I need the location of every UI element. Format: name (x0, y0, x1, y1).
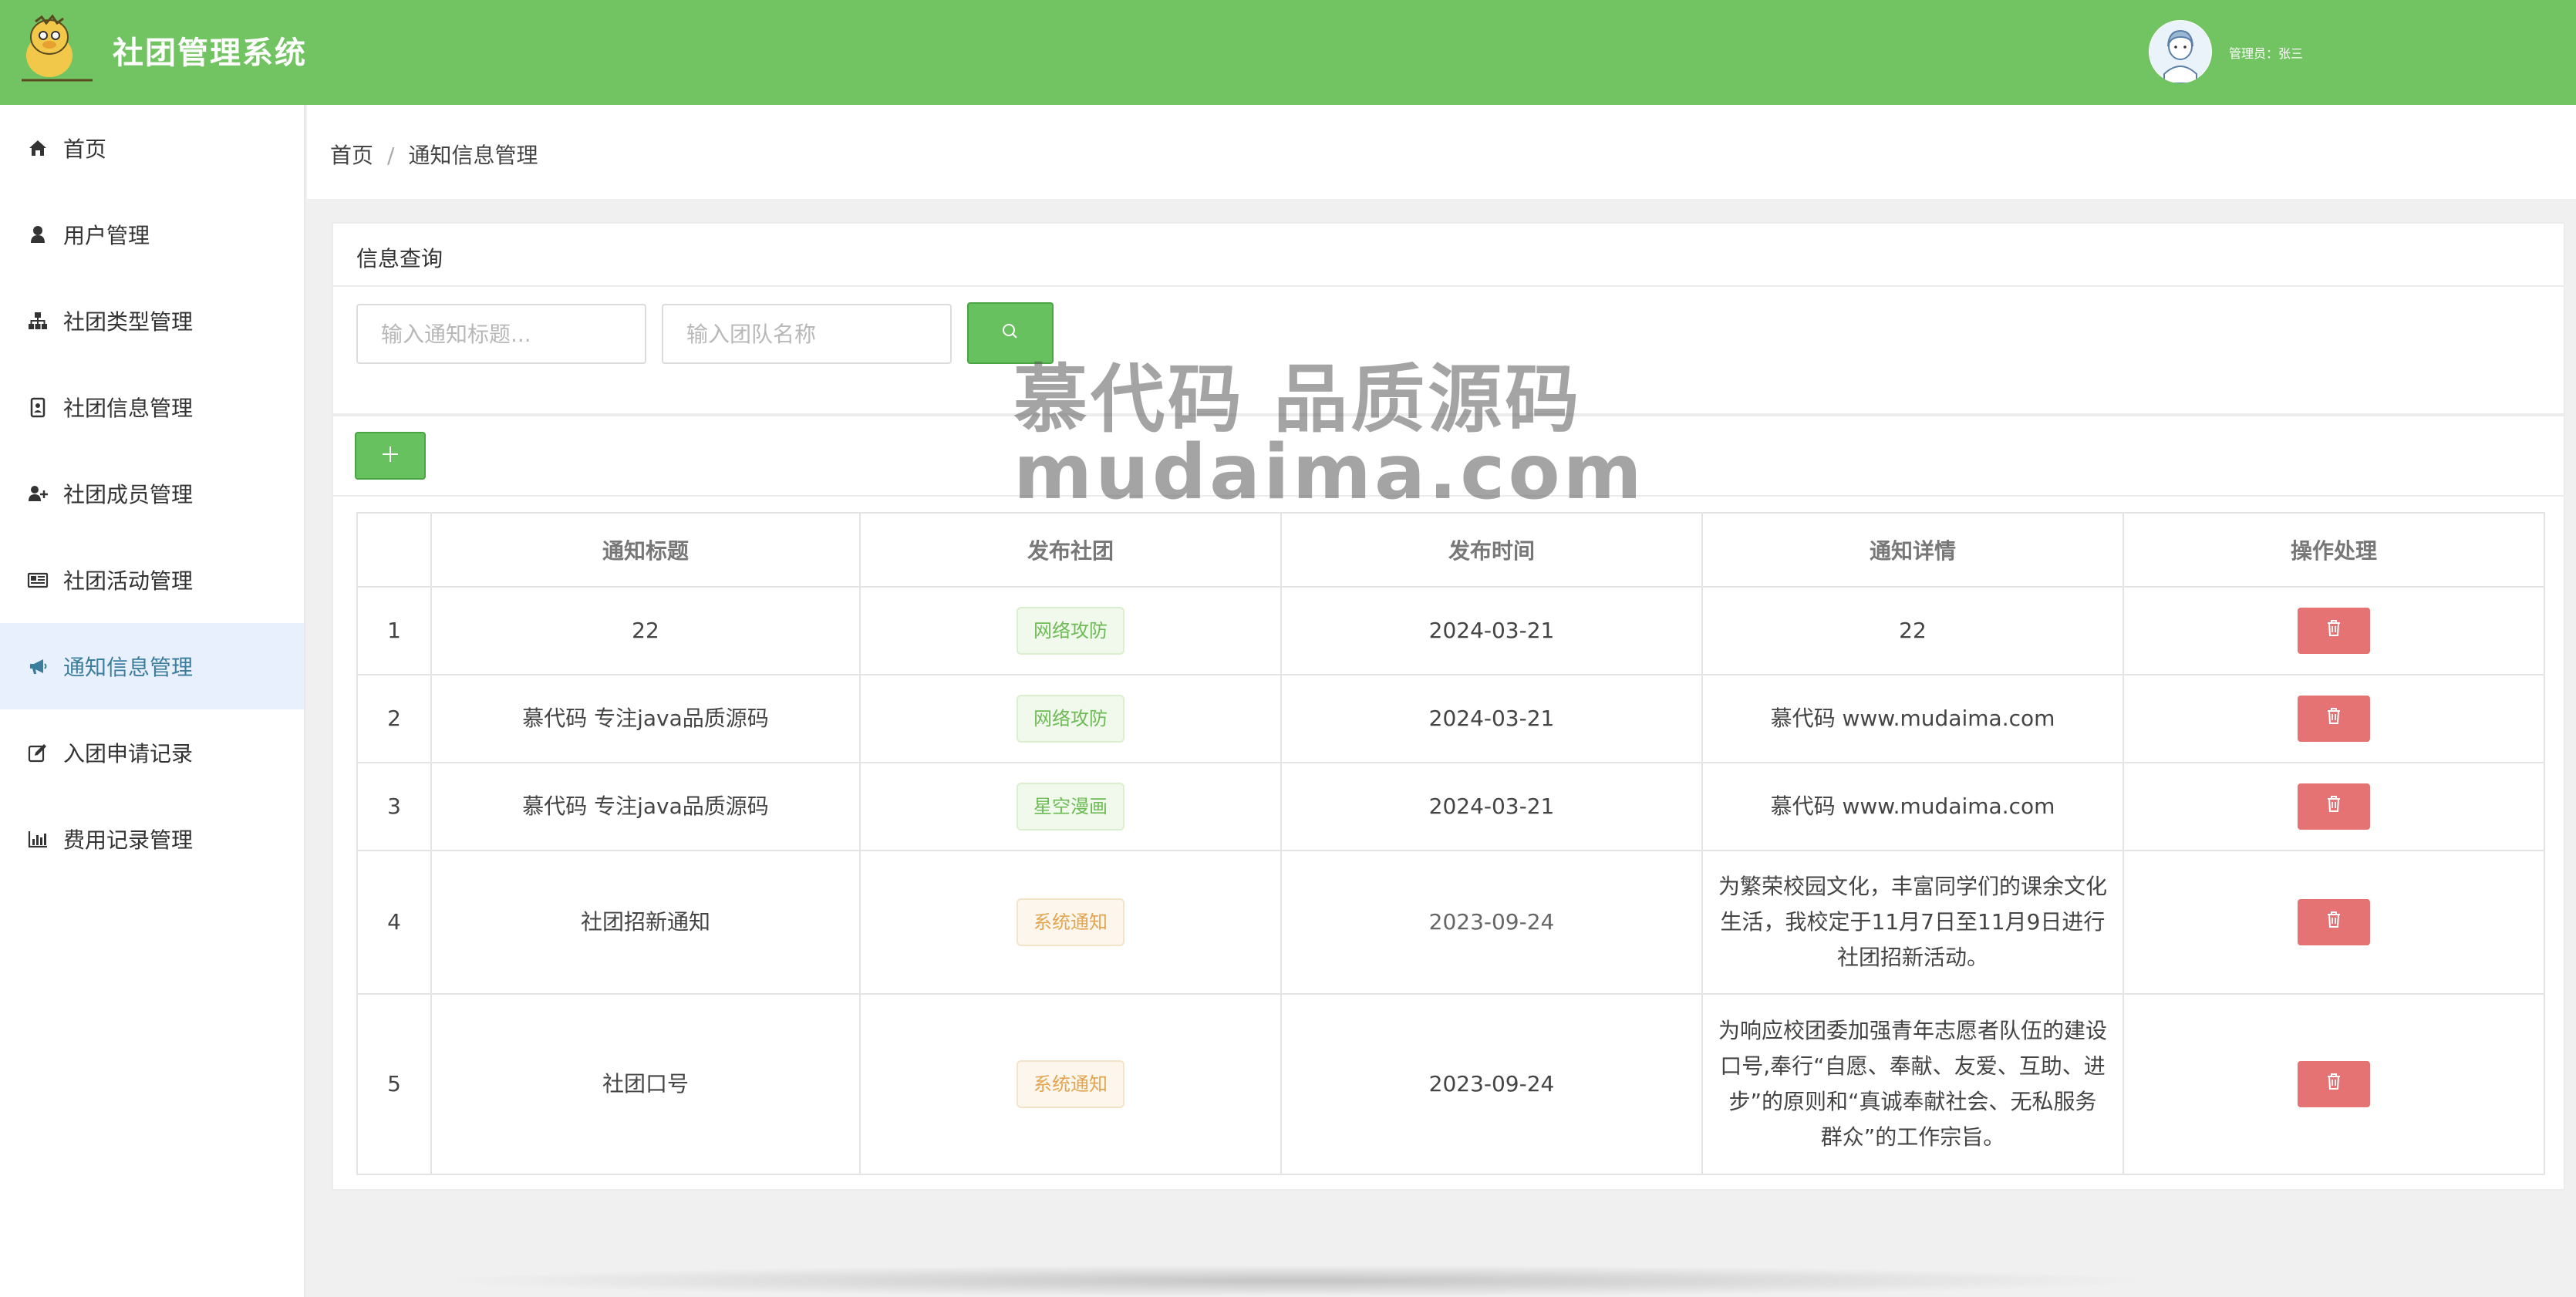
breadcrumb-separator: / (387, 143, 395, 168)
notice-detail: 22 (1701, 586, 2124, 675)
column-header-index (356, 512, 432, 588)
publish-date: 2023-09-24 (1280, 993, 1703, 1175)
sidebar-item-label: 通知信息管理 (63, 655, 194, 680)
notice-detail: 慕代码 www.mudaima.com (1701, 762, 2124, 851)
notice-table-panel: 通知标题 发布社团 发布时间 通知详情 操作处理 1 22 网络攻防 2024-… (332, 415, 2565, 1191)
query-panel-title: 信息查询 (356, 246, 443, 271)
trash-icon (2324, 613, 2344, 648)
home-icon (26, 136, 49, 160)
delete-button[interactable] (2298, 696, 2370, 742)
sidebar-item-label: 用户管理 (63, 223, 150, 248)
table-row: 1 22 网络攻防 2024-03-21 22 (356, 586, 2545, 675)
notice-detail: 慕代码 www.mudaima.com (1701, 674, 2124, 763)
publish-date: 2024-03-21 (1280, 586, 1703, 675)
sidebar-item-users[interactable]: 用户管理 (0, 191, 304, 278)
trash-icon (2324, 701, 2344, 736)
bar-chart-icon (26, 827, 49, 851)
sidebar-item-label: 费用记录管理 (63, 827, 194, 853)
column-header-actions: 操作处理 (2123, 512, 2545, 588)
sidebar-item-fee-records[interactable]: 费用记录管理 (0, 796, 304, 882)
row-index: 2 (356, 674, 432, 763)
decorative-shadow (432, 1265, 2160, 1297)
team-name-search-input[interactable] (662, 304, 952, 364)
sidebar-item-home[interactable]: 首页 (0, 105, 304, 191)
user-icon (26, 223, 49, 246)
sidebar-item-join-applications[interactable]: 入团申请记录 (0, 709, 304, 796)
notice-detail: 为响应校团委加强青年志愿者队伍的建设口号,奉行“自愿、奉献、友爱、互助、进步”的… (1701, 993, 2124, 1175)
delete-button[interactable] (2298, 783, 2370, 830)
delete-button[interactable] (2298, 899, 2370, 945)
team-tag: 系统通知 (1017, 898, 1124, 946)
sidebar-item-club-types[interactable]: 社团类型管理 (0, 278, 304, 364)
notice-table: 通知标题 发布社团 发布时间 通知详情 操作处理 1 22 网络攻防 2024-… (356, 512, 2545, 1175)
sidebar-item-label: 社团类型管理 (63, 309, 194, 335)
trash-icon (2324, 1066, 2344, 1102)
table-row: 3 慕代码 专注java品质源码 星空漫画 2024-03-21 慕代码 www… (356, 762, 2545, 851)
divider (333, 285, 2564, 287)
add-notice-button[interactable] (355, 432, 426, 480)
breadcrumb-bar: 首页 / 通知信息管理 (307, 105, 2576, 199)
trash-icon (2324, 789, 2344, 824)
sidebar-item-club-members[interactable]: 社团成员管理 (0, 450, 304, 537)
breadcrumb-current: 通知信息管理 (408, 143, 538, 168)
sidebar-item-label: 入团申请记录 (63, 741, 194, 766)
sidebar-item-club-info[interactable]: 社团信息管理 (0, 364, 304, 450)
sitemap-icon (26, 309, 49, 332)
table-row: 5 社团口号 系统通知 2023-09-24 为响应校团委加强青年志愿者队伍的建… (356, 993, 2545, 1175)
column-header-date: 发布时间 (1280, 512, 1703, 588)
team-tag: 系统通知 (1017, 1060, 1124, 1108)
plus-icon (379, 443, 401, 468)
publish-date: 2024-03-21 (1280, 674, 1703, 763)
avatar[interactable] (2149, 20, 2212, 83)
top-header: 社团管理系统 管理员：张三 (0, 0, 2576, 105)
sidebar-item-notices[interactable]: 通知信息管理 (0, 623, 304, 709)
sidebar-item-label: 首页 (63, 136, 107, 162)
breadcrumb-home[interactable]: 首页 (330, 143, 373, 168)
notice-title: 社团招新通知 (430, 850, 861, 995)
id-badge-icon (26, 396, 49, 419)
app-root: 社团管理系统 管理员：张三 首页 用户管理 社团类型管理 社团信息管理 社团成员… (0, 0, 2576, 1297)
watermark-text: mudaima.com (1013, 429, 1645, 517)
row-index: 3 (356, 762, 432, 851)
bullhorn-icon (26, 655, 49, 678)
notice-title-search-input[interactable] (356, 304, 646, 364)
notice-title: 慕代码 专注java品质源码 (430, 762, 861, 851)
column-header-title: 通知标题 (430, 512, 861, 588)
table-row: 2 慕代码 专注java品质源码 网络攻防 2024-03-21 慕代码 www… (356, 674, 2545, 763)
delete-button[interactable] (2298, 1061, 2370, 1107)
trash-icon (2324, 905, 2344, 940)
edit-icon (26, 741, 49, 764)
delete-button[interactable] (2298, 608, 2370, 654)
notice-title: 22 (430, 586, 861, 675)
publish-date: 2023-09-24 (1280, 850, 1703, 995)
team-tag: 星空漫画 (1017, 783, 1124, 830)
admin-label: 管理员：张三 (2229, 46, 2304, 61)
row-index: 5 (356, 993, 432, 1175)
column-header-detail: 通知详情 (1701, 512, 2124, 588)
notice-title: 社团口号 (430, 993, 861, 1175)
logo-icon (19, 14, 93, 82)
sidebar-item-label: 社团活动管理 (63, 568, 194, 594)
sidebar-item-label: 社团信息管理 (63, 396, 194, 421)
team-tag: 网络攻防 (1017, 607, 1124, 655)
column-header-team: 发布社团 (859, 512, 1282, 588)
user-plus-icon (26, 482, 49, 505)
notice-detail: 为繁荣校园文化，丰富同学们的课余文化生活，我校定于11月7日至11月9日进行社团… (1701, 850, 2124, 995)
row-index: 1 (356, 586, 432, 675)
publish-date: 2024-03-21 (1280, 762, 1703, 851)
app-title: 社团管理系统 (113, 35, 307, 71)
team-tag: 网络攻防 (1017, 695, 1124, 743)
sidebar: 首页 用户管理 社团类型管理 社团信息管理 社团成员管理 社团活动管理 通知信息… (0, 105, 305, 1297)
notice-title: 慕代码 专注java品质源码 (430, 674, 861, 763)
breadcrumb: 首页 / 通知信息管理 (330, 139, 538, 170)
table-row: 4 社团招新通知 系统通知 2023-09-24 为繁荣校园文化，丰富同学们的课… (356, 850, 2545, 995)
newspaper-icon (26, 568, 49, 591)
sidebar-item-club-activities[interactable]: 社团活动管理 (0, 537, 304, 623)
row-index: 4 (356, 850, 432, 995)
table-header-row: 通知标题 发布社团 发布时间 通知详情 操作处理 (356, 512, 2545, 588)
sidebar-item-label: 社团成员管理 (63, 482, 194, 507)
